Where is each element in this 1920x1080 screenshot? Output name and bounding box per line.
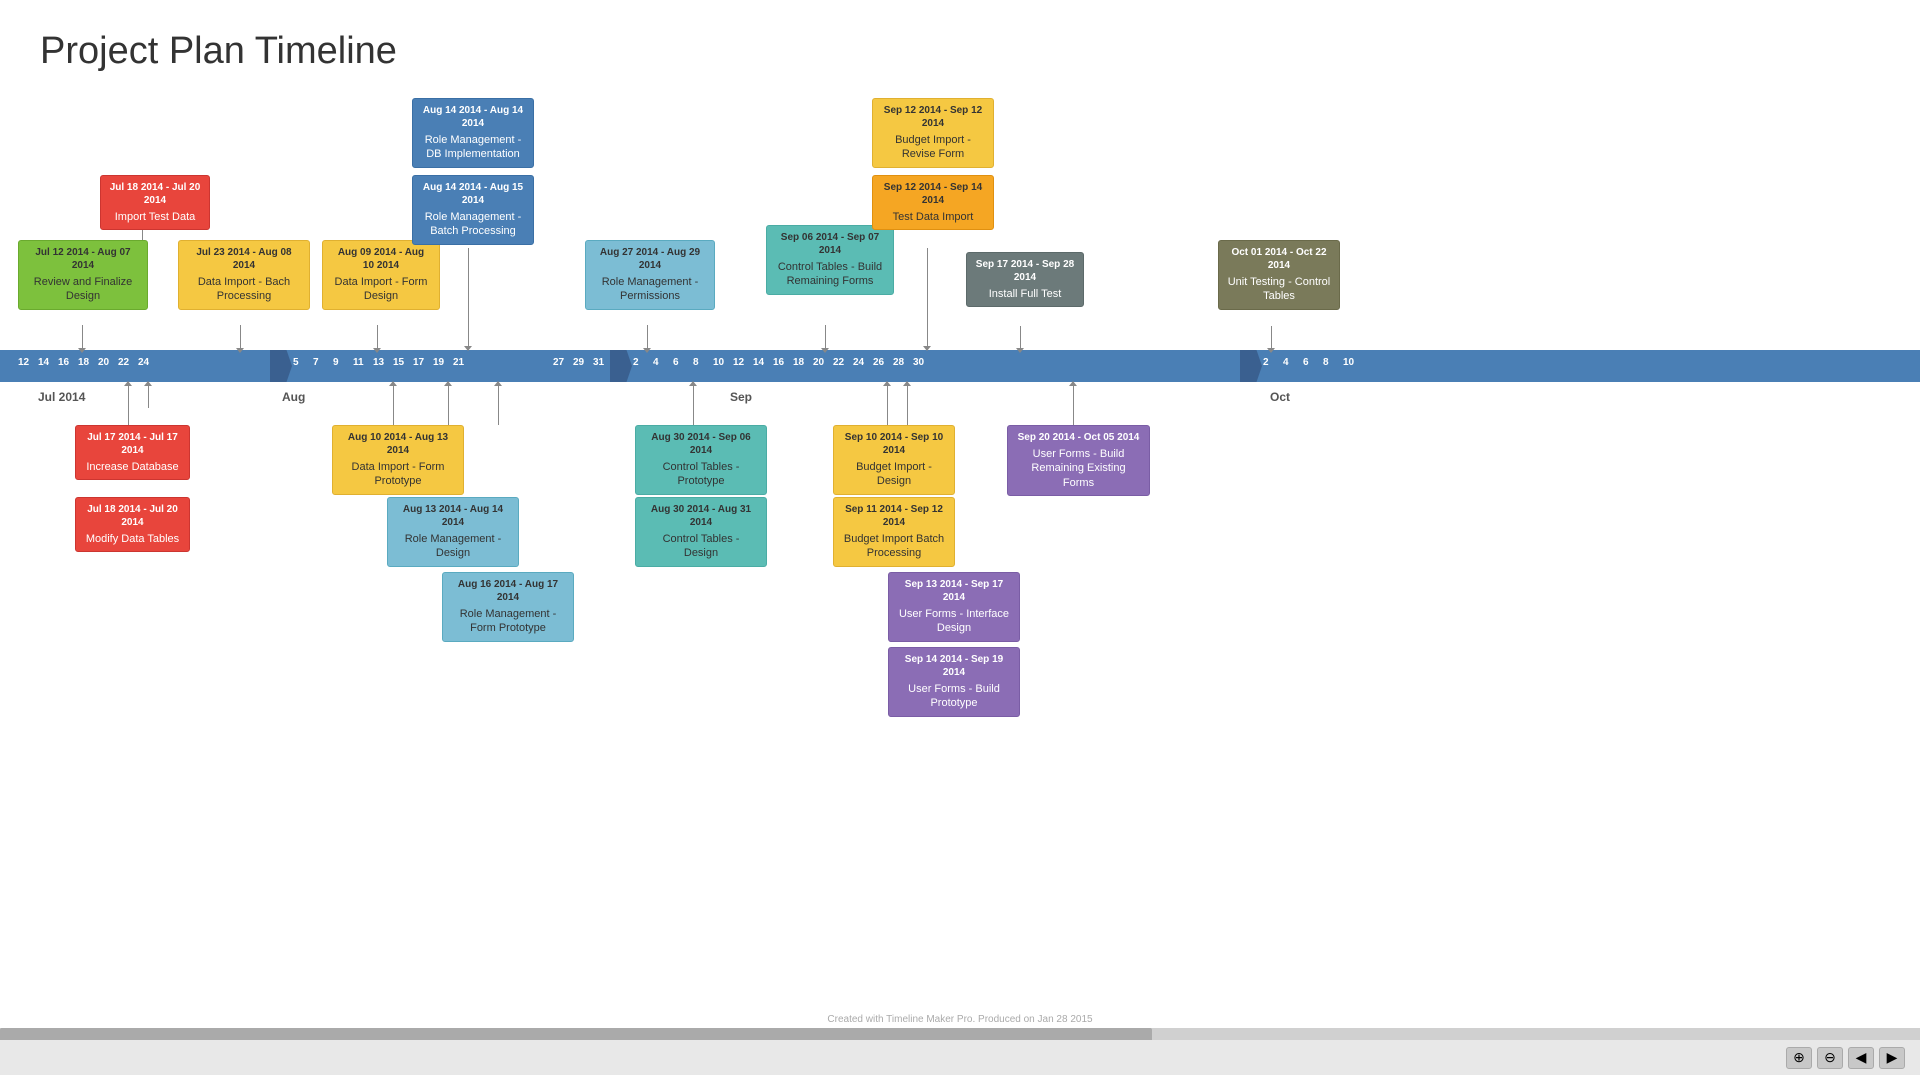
arr-user-forms <box>1069 381 1077 386</box>
conn-ct-proto <box>693 383 694 425</box>
connector-unit-test <box>1271 326 1272 350</box>
arrow-role-batch <box>464 346 472 351</box>
task-role-form-proto[interactable]: Aug 16 2014 - Aug 17 2014 Role Managemen… <box>442 572 574 642</box>
connector-form-design <box>377 325 378 350</box>
arr-role-design <box>444 381 452 386</box>
task-budget-revise[interactable]: Sep 12 2014 - Sep 12 2014 Budget Import … <box>872 98 994 168</box>
conn-increase-db <box>128 383 129 425</box>
arr-form-proto <box>389 381 397 386</box>
arrow-full-test <box>1016 348 1024 353</box>
conn-role-form-proto <box>498 383 499 425</box>
task-increase-db[interactable]: Jul 17 2014 - Jul 17 2014 Increase Datab… <box>75 425 190 480</box>
task-ct-prototype[interactable]: Aug 30 2014 - Sep 06 2014 Control Tables… <box>635 425 767 495</box>
arr-ct-proto <box>689 381 697 386</box>
arr-role-form-proto <box>494 381 502 386</box>
connector-role-batch <box>468 248 469 348</box>
task-budget-batch[interactable]: Sep 11 2014 - Sep 12 2014 Budget Import … <box>833 497 955 567</box>
arr-budget-design <box>883 381 891 386</box>
status-bar <box>15 1052 18 1064</box>
prev-button[interactable]: ◀ <box>1848 1047 1874 1069</box>
month-oct: Oct <box>1270 390 1290 404</box>
zoom-out-button[interactable]: ⊖ <box>1817 1047 1843 1069</box>
month-jul: Jul 2014 <box>38 390 85 404</box>
ruler-section-sep <box>610 350 632 382</box>
conn-role-design <box>448 383 449 425</box>
task-install-full-test[interactable]: Sep 17 2014 - Sep 28 2014 Install Full T… <box>966 252 1084 307</box>
conn-user-forms <box>1073 383 1074 425</box>
arrow-unit-test <box>1267 348 1275 353</box>
arr-increase-db <box>124 381 132 386</box>
connector-permissions <box>647 325 648 350</box>
bottom-controls: ⊕ ⊖ ◀ ▶ <box>0 1040 1920 1075</box>
page-title: Project Plan Timeline <box>40 30 397 73</box>
arrow-ct-remaining <box>821 348 829 353</box>
conn-modify-tables <box>148 383 149 408</box>
task-user-forms-interface[interactable]: Sep 13 2014 - Sep 17 2014 User Forms - I… <box>888 572 1020 642</box>
task-ct-remaining[interactable]: Sep 06 2014 - Sep 07 2014 Control Tables… <box>766 225 894 295</box>
task-user-forms-remaining[interactable]: Sep 20 2014 - Oct 05 2014 User Forms - B… <box>1007 425 1150 496</box>
month-sep: Sep <box>730 390 752 404</box>
month-aug: Aug <box>282 390 305 404</box>
connector-review <box>82 325 83 350</box>
arrow-batch <box>236 348 244 353</box>
task-role-mgmt-design[interactable]: Aug 13 2014 - Aug 14 2014 Role Managemen… <box>387 497 519 567</box>
conn-budget-design <box>887 383 888 425</box>
timeline-ruler: 12 14 16 18 20 22 24 5 7 9 11 13 15 17 1… <box>0 350 1920 382</box>
task-modify-tables[interactable]: Jul 18 2014 - Jul 20 2014 Modify Data Ta… <box>75 497 190 552</box>
watermark: Created with Timeline Maker Pro. Produce… <box>827 1014 1092 1025</box>
ruler-section-aug <box>270 350 292 382</box>
page: Project Plan Timeline 12 14 16 18 20 22 … <box>0 0 1920 1080</box>
task-review-finalize[interactable]: Jul 12 2014 - Aug 07 2014 Review and Fin… <box>18 240 148 310</box>
zoom-in-button[interactable]: ⊕ <box>1786 1047 1812 1069</box>
task-data-import-batch[interactable]: Jul 23 2014 - Aug 08 2014 Data Import - … <box>178 240 310 310</box>
task-data-import-form-proto[interactable]: Aug 10 2014 - Aug 13 2014 Data Import - … <box>332 425 464 495</box>
next-button[interactable]: ▶ <box>1879 1047 1905 1069</box>
task-test-data-import[interactable]: Sep 12 2014 - Sep 14 2014 Test Data Impo… <box>872 175 994 230</box>
arrow-review <box>78 348 86 353</box>
task-role-permissions[interactable]: Aug 27 2014 - Aug 29 2014 Role Managemen… <box>585 240 715 310</box>
conn-form-proto <box>393 383 394 425</box>
task-unit-testing[interactable]: Oct 01 2014 - Oct 22 2014 Unit Testing -… <box>1218 240 1340 310</box>
arr-budget-batch <box>903 381 911 386</box>
task-role-db[interactable]: Aug 14 2014 - Aug 14 2014 Role Managemen… <box>412 98 534 168</box>
arrow-test-data <box>923 346 931 351</box>
connector-batch <box>240 325 241 350</box>
connector-ct-remaining <box>825 325 826 350</box>
task-data-import-form[interactable]: Aug 09 2014 - Aug 10 2014 Data Import - … <box>322 240 440 310</box>
conn-budget-batch <box>907 383 908 425</box>
connector-test-data <box>927 248 928 348</box>
task-user-forms-proto[interactable]: Sep 14 2014 - Sep 19 2014 User Forms - B… <box>888 647 1020 717</box>
task-ct-design[interactable]: Aug 30 2014 - Aug 31 2014 Control Tables… <box>635 497 767 567</box>
task-budget-design[interactable]: Sep 10 2014 - Sep 10 2014 Budget Import … <box>833 425 955 495</box>
task-import-test[interactable]: Jul 18 2014 - Jul 20 2014 Import Test Da… <box>100 175 210 230</box>
ruler-section-oct <box>1240 350 1262 382</box>
arrow-permissions <box>643 348 651 353</box>
connector-full-test <box>1020 326 1021 350</box>
task-role-batch[interactable]: Aug 14 2014 - Aug 15 2014 Role Managemen… <box>412 175 534 245</box>
zoom-controls: ⊕ ⊖ ◀ ▶ <box>1786 1047 1905 1069</box>
arr-modify-tables <box>144 381 152 386</box>
arrow-form-design <box>373 348 381 353</box>
